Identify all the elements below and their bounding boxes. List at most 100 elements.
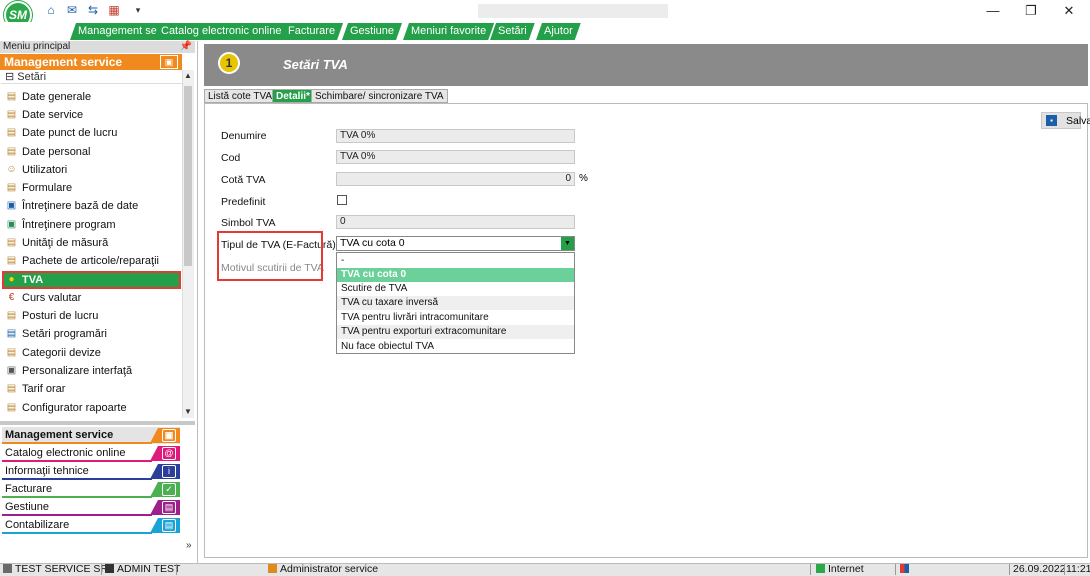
sidebar-item-label: Posturi de lucru bbox=[22, 310, 99, 322]
menu-ajutor[interactable]: Ajutor bbox=[536, 23, 581, 40]
sidebar-item-label: Utilizatori bbox=[22, 164, 68, 176]
sidebar-item-label: Date service bbox=[22, 109, 84, 121]
more-modules-icon[interactable]: » bbox=[186, 540, 192, 551]
sidebar-item-label: Întreţinere bază de date bbox=[22, 200, 139, 212]
status-user-label: ADMIN TEST bbox=[117, 563, 181, 575]
menu-gestiune[interactable]: Gestiune bbox=[342, 23, 402, 40]
module-gestiune[interactable]: Gestiune ▤ bbox=[2, 499, 180, 516]
cota-label: Cotă TVA bbox=[221, 174, 266, 186]
close-button[interactable]: ✕ bbox=[1055, 2, 1083, 20]
sidebar-item-tarif-orar[interactable]: ▤ Tarif orar bbox=[2, 380, 181, 398]
status-user: ADMIN TEST bbox=[105, 563, 180, 576]
cod-field[interactable]: TVA 0% bbox=[336, 150, 575, 164]
predefinit-checkbox[interactable] bbox=[337, 195, 347, 205]
status-time: 11:21 bbox=[1066, 563, 1090, 575]
chevron-down-icon[interactable]: ▼ bbox=[561, 237, 574, 250]
simbol-label: Simbol TVA bbox=[221, 217, 276, 229]
sidebar-item-setari-programari[interactable]: ▤ Setări programări bbox=[2, 325, 181, 343]
sidebar-item-unitati-de-masura[interactable]: ▤ Unităţi de măsură bbox=[2, 234, 181, 252]
module-catalog-electronic-online[interactable]: Catalog electronic online @ bbox=[2, 445, 180, 462]
workshop-icon: ▣ bbox=[160, 55, 178, 69]
highlight-box bbox=[217, 231, 323, 281]
menu-meniuri-favorite[interactable]: Meniuri favorite bbox=[403, 23, 494, 40]
user-icon: ☺ bbox=[6, 164, 17, 175]
sidebar-item-posturi-de-lucru[interactable]: ▤ Posturi de lucru bbox=[2, 307, 181, 325]
dropdown-option-livrari-intracomunitare[interactable]: TVA pentru livrări intracomunitare bbox=[337, 311, 574, 325]
tva-icon: 1 bbox=[218, 52, 240, 74]
setari-group[interactable]: ⊟ Setări bbox=[1, 70, 182, 84]
status-indicator bbox=[900, 563, 912, 576]
tab-schimbare-sincronizare-tva[interactable]: Schimbare/ sincronizare TVA bbox=[311, 89, 448, 103]
calendar-icon: ▤ bbox=[6, 328, 17, 339]
menu-setari[interactable]: Setări bbox=[490, 23, 535, 40]
sidebar-item-curs-valutar[interactable]: € Curs valutar bbox=[2, 289, 181, 307]
mail-icon[interactable]: ✉ bbox=[65, 4, 79, 17]
menu-facturare[interactable]: Facturare bbox=[280, 23, 343, 40]
sidebar-item-intretinere-baza-de-date[interactable]: ▣ Întreţinere bază de date bbox=[2, 197, 181, 215]
info-icon: i bbox=[162, 465, 176, 478]
tip-tva-select[interactable]: TVA cu cota 0 bbox=[336, 236, 575, 251]
module-management-service[interactable]: Management service ▣ bbox=[2, 427, 180, 444]
sidebar-item-configurator-rapoarte[interactable]: ▤ Configurator rapoarte bbox=[2, 399, 181, 417]
at-icon: @ bbox=[162, 447, 176, 460]
page-title: Setări TVA bbox=[283, 57, 348, 72]
sidebar-item-utilizatori[interactable]: ☺ Utilizatori bbox=[2, 161, 181, 179]
scrollbar-thumb[interactable] bbox=[184, 86, 192, 266]
menu-catalog-electronic-online[interactable]: Catalog electronic online bbox=[153, 23, 289, 40]
document-icon: ▤ bbox=[6, 237, 17, 248]
save-label: Salvare bbox=[1066, 115, 1090, 127]
dropdown-option-scutire[interactable]: Scutire de TVA bbox=[337, 282, 574, 296]
sidebar-item-label: Date generale bbox=[22, 91, 92, 103]
dropdown-option-nu-face-obiectul[interactable]: Nu face obiectul TVA bbox=[337, 340, 574, 354]
sidebar-item-label: Configurator rapoarte bbox=[22, 402, 127, 414]
document-icon: ▤ bbox=[6, 182, 17, 193]
sidebar-item-pachete-articole[interactable]: ▤ Pachete de articole/reparaţii bbox=[2, 252, 181, 270]
grid-icon[interactable]: ▦ bbox=[107, 4, 121, 17]
scroll-down-icon[interactable]: ▼ bbox=[182, 406, 194, 418]
sync-icon[interactable]: ⇆ bbox=[86, 4, 100, 17]
section-title[interactable]: Management service bbox=[0, 54, 182, 70]
sidebar-item-personalizare-interfata[interactable]: ▣ Personalizare interfaţă bbox=[2, 362, 181, 380]
dropdown-option-none[interactable]: - bbox=[337, 254, 574, 268]
sidebar-item-date-punct-de-lucru[interactable]: ▤ Date punct de lucru bbox=[2, 124, 181, 142]
minimize-button[interactable]: — bbox=[979, 2, 1007, 20]
sidebar-item-label: Pachete de articole/reparaţii bbox=[22, 255, 159, 267]
home-icon[interactable]: ⌂ bbox=[44, 4, 58, 17]
module-facturare[interactable]: Facturare ✓ bbox=[2, 481, 180, 498]
splitter[interactable] bbox=[0, 421, 195, 425]
sidebar-item-intretinere-program[interactable]: ▣ Întreţinere program bbox=[2, 216, 181, 234]
sidebar-item-label: Personalizare interfaţă bbox=[22, 365, 133, 377]
dropdown-option-taxare-inversa[interactable]: TVA cu taxare inversă bbox=[337, 296, 574, 310]
restore-button[interactable]: ❐ bbox=[1017, 2, 1045, 20]
invoice-icon: ✓ bbox=[162, 483, 176, 496]
predefinit-label: Predefinit bbox=[221, 196, 266, 208]
module-label: Informaţii tehnice bbox=[5, 465, 89, 477]
sidebar-item-date-service[interactable]: ▤ Date service bbox=[2, 106, 181, 124]
cota-field[interactable]: 0 bbox=[336, 172, 575, 186]
document-icon: ▤ bbox=[6, 109, 17, 120]
module-label: Management service bbox=[5, 429, 114, 441]
simbol-field[interactable]: 0 bbox=[336, 215, 575, 229]
tab-lista-cote-tva[interactable]: Listă cote TVA bbox=[204, 89, 277, 103]
tab-detalii[interactable]: Detalii* bbox=[272, 89, 314, 103]
sidebar-item-formulare[interactable]: ▤ Formulare bbox=[2, 179, 181, 197]
sidebar-item-tva[interactable]: ● TVA bbox=[2, 271, 181, 289]
tva-icon: ● bbox=[8, 274, 15, 285]
status-connection: Internet bbox=[816, 563, 864, 576]
pin-icon[interactable]: 📌 bbox=[180, 41, 192, 53]
denumire-label: Denumire bbox=[221, 130, 267, 142]
module-informatii-tehnice[interactable]: Informaţii tehnice i bbox=[2, 463, 180, 480]
save-button[interactable]: ▪ Salvare bbox=[1041, 112, 1090, 129]
document-icon: ▤ bbox=[6, 347, 17, 358]
dropdown-option-tva-cota-0[interactable]: TVA cu cota 0 bbox=[337, 268, 574, 282]
dropdown-option-exporturi-extracomunitare[interactable]: TVA pentru exporturi extracomunitare bbox=[337, 325, 574, 339]
customize-quick-access-icon[interactable]: ▾ bbox=[131, 4, 145, 17]
sidebar-item-categorii-devize[interactable]: ▤ Categorii devize bbox=[2, 344, 181, 362]
sidebar-item-date-generale[interactable]: ▤ Date generale bbox=[2, 88, 181, 106]
inventory-icon: ▤ bbox=[162, 501, 176, 514]
document-icon: ▤ bbox=[6, 383, 17, 394]
scroll-up-icon[interactable]: ▲ bbox=[182, 70, 194, 82]
denumire-field[interactable]: TVA 0% bbox=[336, 129, 575, 143]
module-contabilizare[interactable]: Contabilizare ▤ bbox=[2, 517, 180, 534]
sidebar-item-date-personal[interactable]: ▤ Date personal bbox=[2, 143, 181, 161]
